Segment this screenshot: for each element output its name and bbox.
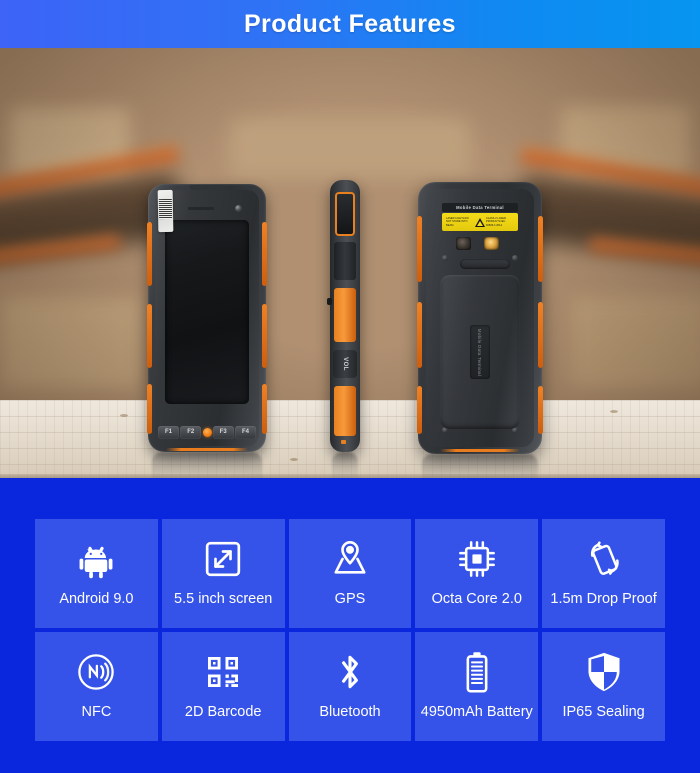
feature-tile-2d-barcode[interactable]: 2D Barcode bbox=[161, 632, 285, 741]
wood-knot bbox=[120, 414, 128, 417]
nfc-icon bbox=[75, 647, 117, 697]
shield-icon bbox=[585, 647, 623, 697]
product-features-page: Product Features F1 F2 F3 F4 VOL Mobile … bbox=[0, 0, 700, 773]
side-port bbox=[327, 298, 332, 305]
feature-label: Bluetooth bbox=[319, 704, 381, 721]
drop-proof-icon bbox=[582, 534, 626, 584]
volume-button-label: VOL bbox=[342, 357, 348, 371]
page-title: Product Features bbox=[243, 9, 456, 38]
screw-icon bbox=[442, 255, 448, 261]
warning-triangle-icon bbox=[475, 217, 485, 227]
feature-label: 5.5 inch screen bbox=[174, 591, 273, 608]
product-hero-image: F1 F2 F3 F4 VOL Mobile Data Terminal LAS… bbox=[0, 48, 700, 478]
bluetooth-icon bbox=[333, 647, 367, 697]
rubber-grip bbox=[538, 216, 543, 282]
bottom-accent-strip bbox=[166, 448, 248, 451]
status-led bbox=[341, 440, 346, 444]
battery-door-badge: Mobile Data Terminal bbox=[470, 325, 490, 379]
rubber-grip bbox=[417, 216, 422, 282]
cpu-icon bbox=[457, 534, 497, 584]
barcode-lines bbox=[158, 198, 173, 220]
rubber-grip bbox=[538, 386, 543, 434]
feature-tile-gps[interactable]: GPS bbox=[288, 519, 412, 628]
device-back-view: Mobile Data Terminal LASER LIGHT\nDO NOT… bbox=[417, 182, 543, 454]
feature-row: NFC 2D Barcode Bluetooth 4950mAh Battery… bbox=[35, 632, 665, 741]
rubber-grip bbox=[417, 386, 422, 434]
rubber-grip bbox=[147, 304, 152, 368]
rear-camera-icon bbox=[456, 237, 471, 250]
bottom-accent-strip bbox=[440, 449, 520, 452]
screen-size-icon bbox=[203, 534, 243, 584]
device-reflection bbox=[422, 454, 538, 478]
feature-row: Android 9.0 5.5 inch screen GPS Octa Cor… bbox=[35, 519, 665, 628]
battery-door: Mobile Data Terminal bbox=[440, 275, 520, 429]
feature-grid: Android 9.0 5.5 inch screen GPS Octa Cor… bbox=[0, 478, 700, 773]
device-screen bbox=[165, 220, 249, 404]
feature-tile-battery[interactable]: 4950mAh Battery bbox=[415, 632, 539, 741]
wood-knot bbox=[610, 410, 618, 413]
battery-door-badge-label: Mobile Data Terminal bbox=[477, 328, 483, 376]
rubber-grip bbox=[262, 384, 267, 434]
feature-label: NFC bbox=[81, 704, 112, 721]
rubber-grip bbox=[262, 222, 267, 286]
protective-film-sticker bbox=[157, 189, 174, 233]
feature-label: 4950mAh Battery bbox=[420, 704, 533, 721]
laser-warning-label: LASER LIGHT\nDO NOT STARE INTO BEAM CLAS… bbox=[442, 213, 518, 231]
screw-icon bbox=[512, 255, 518, 261]
laser-warning-left-text: LASER LIGHT\nDO NOT STARE INTO BEAM bbox=[446, 217, 469, 227]
android-icon bbox=[75, 534, 117, 584]
feature-tile-ip65[interactable]: IP65 Sealing bbox=[542, 632, 665, 741]
device-reflection bbox=[152, 452, 262, 478]
feature-tile-screen-size[interactable]: 5.5 inch screen bbox=[161, 519, 285, 628]
feature-label: GPS bbox=[334, 591, 366, 608]
feature-tile-bluetooth[interactable]: Bluetooth bbox=[288, 632, 412, 741]
function-key-row: F1 F2 F3 F4 bbox=[155, 420, 259, 444]
device-side-view: VOL bbox=[327, 180, 360, 452]
feature-tile-drop-proof[interactable]: 1.5m Drop Proof bbox=[542, 519, 665, 628]
function-key-f4: F4 bbox=[235, 425, 256, 439]
battery-icon bbox=[464, 647, 490, 697]
feature-label: IP65 Sealing bbox=[562, 704, 645, 721]
earpiece-speaker bbox=[188, 207, 214, 210]
feature-label: 2D Barcode bbox=[184, 704, 262, 721]
laser-warning-right-text: CLASS 2 LASER PRODUCT\nIEC 60825-1:2014 bbox=[486, 217, 506, 227]
function-key-f2: F2 bbox=[180, 425, 202, 439]
feature-tile-android[interactable]: Android 9.0 bbox=[35, 519, 158, 628]
device-back-shell: Mobile Data Terminal LASER LIGHT\nDO NOT… bbox=[426, 189, 534, 447]
model-name-label: Mobile Data Terminal bbox=[442, 203, 518, 212]
rubber-grip bbox=[334, 386, 356, 436]
function-key-f3: F3 bbox=[212, 425, 234, 439]
header-banner: Product Features bbox=[0, 0, 700, 48]
wood-knot bbox=[290, 458, 298, 461]
rubber-grip bbox=[147, 384, 152, 434]
feature-label: Android 9.0 bbox=[59, 591, 134, 608]
rubber-grip bbox=[334, 288, 356, 342]
rubber-grip bbox=[262, 304, 267, 368]
feature-label: Octa Core 2.0 bbox=[431, 591, 522, 608]
side-dark-pad bbox=[334, 242, 356, 280]
device-reflection bbox=[332, 452, 358, 478]
function-key-f1: F1 bbox=[158, 425, 179, 439]
rubber-grip bbox=[147, 222, 152, 286]
camera-flash-icon bbox=[484, 237, 499, 250]
volume-button: VOL bbox=[333, 350, 357, 378]
front-camera-icon bbox=[235, 205, 242, 212]
rubber-grip bbox=[538, 302, 543, 368]
scanner-window bbox=[335, 192, 355, 236]
gps-icon bbox=[329, 534, 371, 584]
scan-button bbox=[202, 427, 212, 437]
qr-code-icon bbox=[203, 647, 243, 697]
speaker-vent bbox=[460, 259, 510, 269]
feature-label: 1.5m Drop Proof bbox=[550, 591, 657, 608]
feature-tile-cpu[interactable]: Octa Core 2.0 bbox=[415, 519, 539, 628]
rubber-grip bbox=[417, 302, 422, 368]
device-front-view: F1 F2 F3 F4 bbox=[147, 184, 267, 452]
feature-tile-nfc[interactable]: NFC bbox=[35, 632, 158, 741]
